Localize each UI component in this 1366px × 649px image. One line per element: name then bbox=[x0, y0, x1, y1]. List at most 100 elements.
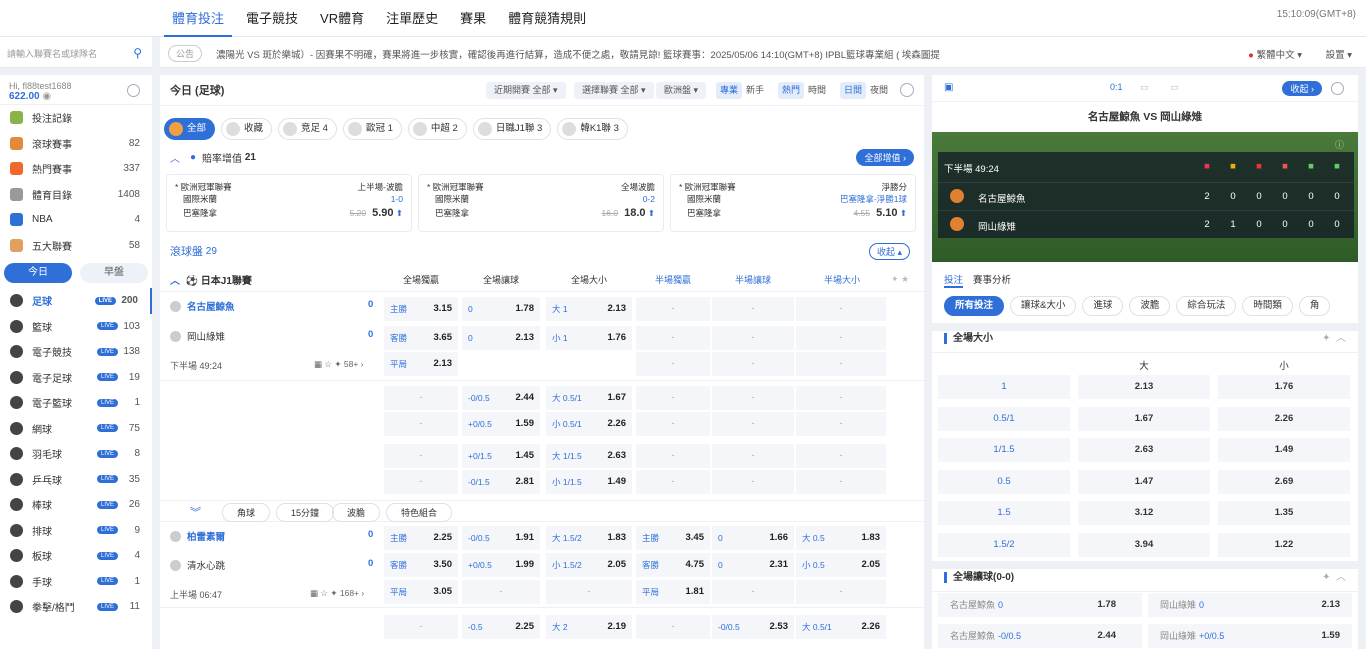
language-selector[interactable]: ● 繁體中文 ▾ bbox=[1248, 47, 1302, 61]
sport-item[interactable]: 籃球 LIVE 103 bbox=[0, 314, 152, 340]
sidebar-item[interactable]: 滾球賽事 82 bbox=[0, 131, 152, 157]
filter-chip[interactable]: 歐冠 1 bbox=[342, 118, 402, 140]
sport-item[interactable]: 乒乓球 LIVE 35 bbox=[0, 467, 152, 493]
sidebar-item[interactable]: 五大聯賽 58 bbox=[0, 233, 152, 259]
odds-cell[interactable]: 大 0.5/1 2.26 bbox=[796, 615, 886, 639]
sport-item[interactable]: 棒球 LIVE 26 bbox=[0, 492, 152, 518]
odds-cell[interactable]: - bbox=[712, 580, 794, 604]
odds-cell[interactable]: 主勝 3.15 bbox=[384, 297, 458, 321]
filter-chip[interactable]: 日職J1聯 3 bbox=[472, 118, 552, 140]
search-box[interactable]: 請輸入聯賽名或球隊名 ⚲ bbox=[0, 37, 152, 68]
over-odds[interactable]: 2.13 bbox=[1078, 375, 1210, 399]
over-odds[interactable]: 1.47 bbox=[1078, 469, 1210, 494]
tab-bets[interactable]: 投注 bbox=[944, 272, 964, 288]
sub-market-chip[interactable]: 波膽 bbox=[332, 503, 381, 522]
odds-cell[interactable]: 主勝 2.25 bbox=[384, 526, 458, 550]
under-odds[interactable]: 1.49 bbox=[1218, 438, 1350, 462]
chevron-up-icon[interactable]: ︿ bbox=[170, 150, 180, 165]
league-name[interactable]: ︿ ⚽ 日本J1聯賽 bbox=[170, 272, 252, 287]
odds-cell[interactable]: 小 0.5/1 2.26 bbox=[546, 412, 632, 436]
odds-cell[interactable]: 0 1.66 bbox=[712, 526, 794, 550]
handicap-home[interactable]: 名古屋鯨魚 0 1.78 bbox=[938, 593, 1142, 617]
odds-cell[interactable]: - bbox=[712, 470, 794, 494]
odds-cell[interactable]: 平局 3.05 bbox=[384, 580, 458, 604]
market-chip[interactable]: 進球 bbox=[1082, 296, 1124, 316]
odds-cell[interactable]: - bbox=[636, 386, 710, 410]
boost-card[interactable]: * 歐洲冠軍聯賽 淨勝分 國際米蘭 巴塞隆拿-淨勝1球 巴塞隆拿 4.55 5.10 ⬆ bbox=[670, 174, 916, 232]
odds-cell[interactable]: - bbox=[384, 444, 458, 468]
over-odds[interactable]: 1.67 bbox=[1078, 406, 1210, 431]
under-odds[interactable]: 1.76 bbox=[1218, 375, 1350, 399]
filter-chip[interactable]: 收藏 bbox=[221, 118, 273, 140]
sub-market-chip[interactable]: 特色組合 bbox=[386, 503, 453, 522]
odds-cell[interactable]: 0 2.31 bbox=[712, 553, 794, 577]
under-odds[interactable]: 1.35 bbox=[1218, 501, 1350, 525]
odds-cell[interactable]: - bbox=[384, 615, 458, 639]
odds-cell[interactable]: 客勝 3.65 bbox=[384, 326, 458, 350]
odds-cell[interactable]: 小 1/1.5 1.49 bbox=[546, 470, 632, 494]
sport-item[interactable]: 板球 LIVE 4 bbox=[0, 543, 152, 569]
odds-cell[interactable]: - bbox=[712, 326, 794, 350]
odds-cell[interactable]: - bbox=[796, 297, 886, 321]
odds-cell[interactable]: - bbox=[384, 470, 458, 494]
odds-cell[interactable]: - bbox=[796, 412, 886, 436]
all-boost-button[interactable]: 全部增值 › bbox=[856, 148, 914, 166]
odds-cell[interactable]: 大 1.5/2 1.83 bbox=[546, 526, 632, 550]
refresh-icon[interactable] bbox=[127, 84, 140, 97]
filter-chip[interactable]: 韓K1聯 3 bbox=[557, 118, 628, 140]
mode-toggle[interactable]: 專業 新手 bbox=[716, 82, 768, 99]
odds-cell[interactable]: - bbox=[636, 297, 710, 321]
theme-toggle[interactable]: 日間 夜間 bbox=[840, 82, 892, 99]
tab-vr-sports[interactable]: VR體育 bbox=[312, 0, 372, 37]
collapse-button[interactable]: 收起 ▴ bbox=[868, 242, 910, 260]
team-name[interactable]: 名古屋鯨魚 bbox=[170, 299, 235, 313]
tab-analysis[interactable]: 賽事分析 bbox=[973, 272, 1011, 288]
handicap-away[interactable]: 岡山綠雉 +0/0.5 1.59 bbox=[1148, 624, 1352, 648]
collapse-panel-button[interactable]: 收起 › bbox=[1282, 81, 1322, 96]
market-chip[interactable]: 讓球&大小 bbox=[1010, 296, 1077, 316]
league-filter[interactable]: 選擇聯賽 全部 ▾ bbox=[574, 82, 654, 99]
odds-cell[interactable]: - bbox=[712, 352, 794, 376]
team-name[interactable]: 清水心跳 bbox=[170, 558, 225, 572]
boosted-odds[interactable]: 5.10 bbox=[876, 207, 897, 219]
over-odds[interactable]: 2.63 bbox=[1078, 438, 1210, 462]
odds-cell[interactable]: - bbox=[712, 444, 794, 468]
refresh-icon[interactable] bbox=[900, 83, 914, 97]
odds-cell[interactable]: - bbox=[546, 580, 632, 604]
filter-chip[interactable]: 中超 2 bbox=[407, 118, 467, 140]
odds-cell[interactable]: 客勝 3.50 bbox=[384, 553, 458, 577]
odds-cell[interactable]: - bbox=[636, 444, 710, 468]
filter-chip[interactable]: 竞足 4 bbox=[278, 118, 337, 140]
over-odds[interactable]: 3.94 bbox=[1078, 532, 1210, 557]
odds-cell[interactable]: 大 0.5 1.83 bbox=[796, 526, 886, 550]
odds-cell[interactable]: - bbox=[462, 580, 540, 604]
search-input[interactable]: 請輸入聯賽名或球隊名 bbox=[7, 47, 97, 60]
scoreboard-icon[interactable]: 0:1 bbox=[1110, 82, 1123, 92]
odds-cell[interactable]: - bbox=[384, 412, 458, 436]
info-icon[interactable]: ⓘ bbox=[1335, 138, 1344, 151]
odds-cell[interactable]: - bbox=[796, 386, 886, 410]
handicap-away[interactable]: 岡山綠雉 0 2.13 bbox=[1148, 593, 1352, 617]
sidebar-item[interactable]: 投注記錄 bbox=[0, 105, 152, 131]
under-odds[interactable]: 1.22 bbox=[1218, 532, 1350, 557]
today-tab[interactable]: 今日 bbox=[4, 263, 72, 283]
filter-chip[interactable]: 全部 bbox=[164, 118, 216, 140]
sidebar-item[interactable]: 體育目錄 1408 bbox=[0, 182, 152, 208]
sport-item[interactable]: 電子籃球 LIVE 1 bbox=[0, 390, 152, 416]
market-chip[interactable]: 波膽 bbox=[1129, 296, 1171, 316]
odds-cell[interactable]: -0/0.5 2.44 bbox=[462, 386, 540, 410]
odds-cell[interactable]: - bbox=[636, 352, 710, 376]
odds-cell[interactable]: 平局 2.13 bbox=[384, 352, 458, 376]
odds-cell[interactable]: - bbox=[384, 386, 458, 410]
odds-cell[interactable]: 小 1.5/2 2.05 bbox=[546, 553, 632, 577]
boost-card[interactable]: * 歐洲冠軍聯賽 上半場-波膽 國際米蘭 1-0 巴塞隆拿 5.20 5.90 ⬆ bbox=[166, 174, 412, 232]
market-chip[interactable]: 角 bbox=[1298, 296, 1331, 316]
sport-item[interactable]: 電子競技 LIVE 138 bbox=[0, 339, 152, 365]
settings-button[interactable]: 設置 ▾ bbox=[1326, 47, 1352, 61]
sidebar-item[interactable]: NBA 4 bbox=[0, 207, 152, 233]
odds-cell[interactable]: 0 1.78 bbox=[462, 297, 540, 321]
eye-icon[interactable]: ◉ bbox=[42, 91, 51, 102]
odds-cell[interactable]: - bbox=[712, 412, 794, 436]
over-odds[interactable]: 3.12 bbox=[1078, 501, 1210, 525]
odds-cell[interactable]: - bbox=[796, 444, 886, 468]
